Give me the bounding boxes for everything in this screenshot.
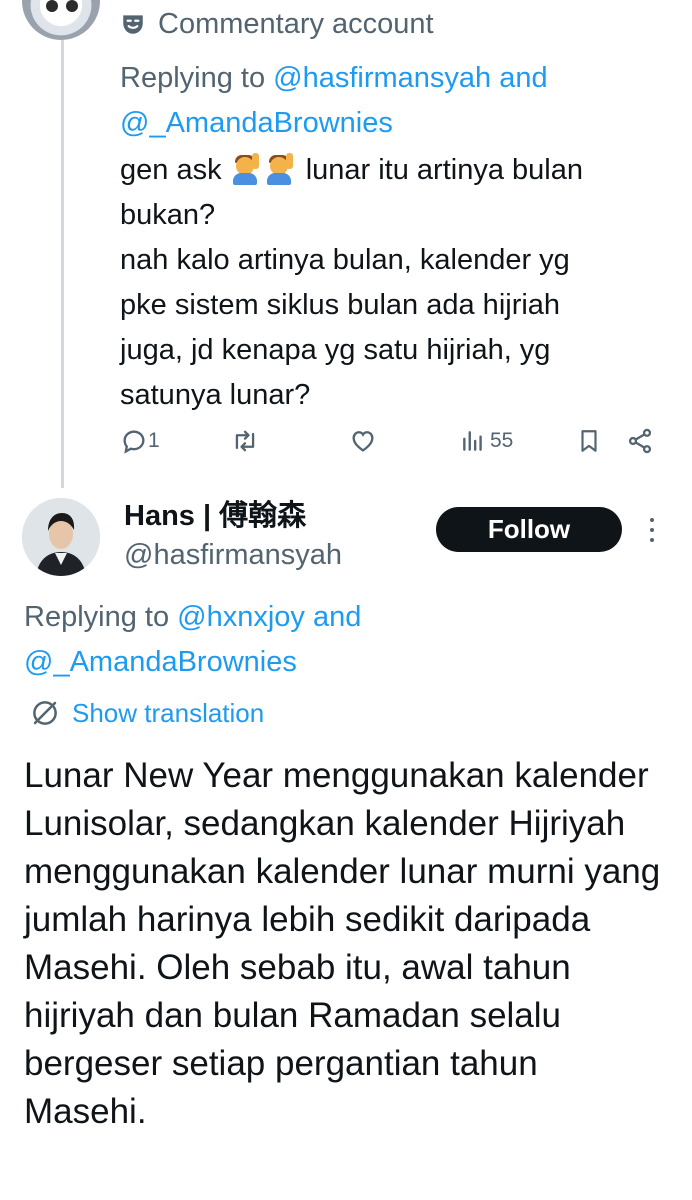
- mention-hasfirmansyah[interactable]: @hasfirmansyah: [273, 62, 491, 94]
- user-handle[interactable]: @hasfirmansyah: [124, 536, 342, 574]
- tweet-text-start: gen ask: [120, 154, 230, 186]
- raising-hand-emoji: [264, 153, 296, 185]
- bookmark-button[interactable]: [576, 424, 602, 458]
- avatar-commentary[interactable]: [22, 0, 100, 40]
- reply-button[interactable]: 1: [120, 424, 160, 458]
- reply-icon: [123, 430, 145, 454]
- raising-hand-emoji: [230, 153, 262, 185]
- display-name[interactable]: Hans | 傅翰森: [124, 497, 306, 535]
- share-icon: [628, 428, 652, 454]
- profile-photo: [22, 498, 100, 576]
- replying-prefix: Replying to: [120, 62, 274, 94]
- share-button[interactable]: [626, 424, 654, 458]
- commentary-label: Commentary account: [120, 4, 434, 44]
- mention-amandabrownies[interactable]: @_AmandaBrownies: [120, 107, 393, 139]
- translate-icon: [33, 701, 57, 725]
- mention-hxnxjoy[interactable]: @hxnxjoy: [177, 601, 305, 633]
- replying-to-1: Replying to @hasfirmansyah and @_AmandaBr…: [120, 56, 660, 146]
- and-word: and: [304, 601, 362, 633]
- commentary-text: Commentary account: [158, 7, 434, 40]
- replying-to-2: Replying to @hxnxjoy and @_AmandaBrownies: [24, 595, 624, 685]
- and-word: and: [491, 62, 548, 94]
- theater-mask-icon: [123, 15, 143, 34]
- retweet-button[interactable]: [230, 424, 260, 458]
- like-button[interactable]: [348, 424, 378, 458]
- show-translation-text: Show translation: [72, 697, 265, 728]
- retweet-icon: [235, 430, 255, 452]
- tweet-body-2: Lunar New Year menggunakan kalender Luni…: [24, 756, 661, 1131]
- views-button[interactable]: 55: [460, 424, 513, 458]
- views-icon: [463, 431, 482, 451]
- more-dots-icon[interactable]: [644, 513, 660, 547]
- show-translation-link[interactable]: Show translation: [30, 693, 264, 733]
- reply-count: 1: [148, 429, 160, 452]
- replying-prefix: Replying to: [24, 601, 178, 633]
- action-bar: 1 55: [120, 424, 660, 458]
- tweet-body-1: gen ask lunar itu artinya bulan bukan? n…: [120, 148, 670, 418]
- thread-line: [61, 40, 64, 488]
- mention-amandabrownies[interactable]: @_AmandaBrownies: [24, 646, 297, 678]
- bookmark-icon: [581, 430, 597, 452]
- tweet-text-rest: lunar itu artinya bulan bukan? nah kalo …: [120, 154, 583, 411]
- follow-button[interactable]: Follow: [436, 507, 622, 552]
- views-count: 55: [490, 429, 514, 452]
- like-icon: [352, 431, 374, 452]
- avatar-hans[interactable]: [22, 498, 100, 576]
